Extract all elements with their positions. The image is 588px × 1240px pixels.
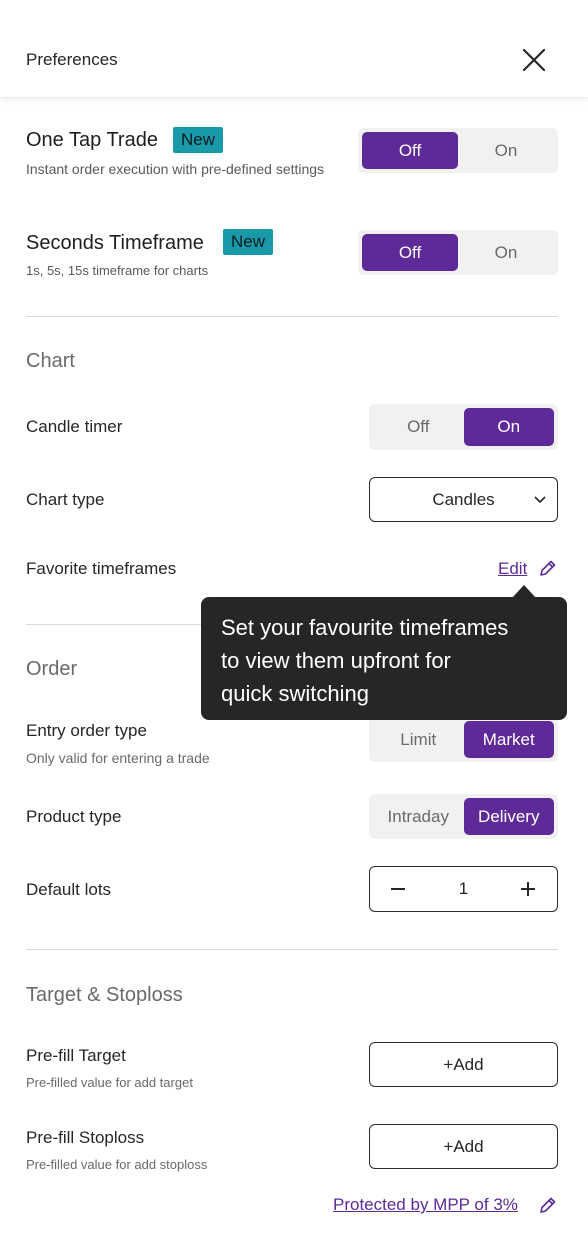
add-stoploss-button[interactable]: +Add	[369, 1124, 558, 1169]
tooltip-line: Set your favourite timeframes	[221, 615, 509, 640]
seconds-timeframe-toggle: Off On	[358, 230, 558, 275]
chevron-down-icon	[534, 496, 546, 504]
prefill-target-sublabel: Pre-filled value for add target	[26, 1075, 193, 1090]
default-lots-stepper: 1	[369, 866, 558, 912]
one-tap-trade-toggle: Off On	[358, 128, 558, 173]
toggle-option-on[interactable]: On	[458, 234, 554, 271]
chart-type-select[interactable]: Candles	[369, 477, 558, 522]
toggle-option-on[interactable]: On	[458, 132, 554, 169]
edit-favorite-timeframes-link[interactable]: Edit	[498, 559, 527, 579]
toggle-option-delivery[interactable]: Delivery	[463, 798, 554, 835]
toggle-option-on[interactable]: On	[463, 408, 554, 446]
minus-icon[interactable]	[386, 877, 410, 901]
pencil-icon[interactable]	[538, 558, 558, 578]
product-type-toggle: Intraday Delivery	[369, 794, 558, 839]
order-section-title: Order	[26, 658, 78, 680]
new-badge: New	[173, 127, 224, 153]
header: Preferences	[0, 0, 588, 98]
add-target-button[interactable]: +Add	[369, 1042, 558, 1087]
default-lots-value[interactable]: 1	[459, 879, 468, 899]
seconds-timeframe-subtitle: 1s, 5s, 15s timeframe for charts	[26, 263, 209, 278]
entry-order-type-label: Entry order type	[26, 721, 147, 740]
favorite-timeframes-label: Favorite timeframes	[26, 559, 177, 578]
page-title: Preferences	[26, 50, 118, 69]
toggle-option-off[interactable]: Off	[373, 408, 464, 446]
plus-icon[interactable]	[516, 877, 540, 901]
default-lots-label: Default lots	[26, 880, 112, 899]
toggle-option-off[interactable]: Off	[362, 234, 458, 271]
chart-section-title: Chart	[26, 350, 75, 372]
entry-order-type-sublabel: Only valid for entering a trade	[26, 750, 210, 766]
toggle-option-limit[interactable]: Limit	[373, 721, 464, 758]
close-icon[interactable]	[520, 46, 548, 74]
tooltip-line: to view them upfront for	[221, 648, 451, 673]
mpp-link[interactable]: Protected by MPP of 3%	[333, 1195, 518, 1215]
toggle-option-off[interactable]: Off	[362, 132, 458, 169]
new-badge: New	[223, 229, 274, 255]
toggle-option-intraday[interactable]: Intraday	[373, 798, 464, 835]
prefill-stoploss-label: Pre-fill Stoploss	[26, 1128, 145, 1147]
target-stoploss-section-title: Target & Stoploss	[26, 984, 183, 1006]
favorite-timeframes-tooltip: Set your favourite timeframes to view th…	[201, 597, 567, 720]
prefill-stoploss-sublabel: Pre-filled value for add stoploss	[26, 1157, 208, 1172]
tooltip-line: quick switching	[221, 681, 369, 706]
divider	[26, 949, 558, 950]
toggle-option-market[interactable]: Market	[463, 721, 554, 758]
divider	[26, 316, 558, 317]
pencil-icon[interactable]	[538, 1195, 558, 1215]
candle-timer-label: Candle timer	[26, 417, 123, 436]
one-tap-trade-title: One Tap Trade	[26, 129, 158, 151]
candle-timer-toggle: Off On	[369, 404, 558, 450]
chart-type-label: Chart type	[26, 490, 105, 509]
seconds-timeframe-title: Seconds Timeframe	[26, 232, 204, 254]
prefill-target-label: Pre-fill Target	[26, 1046, 126, 1065]
entry-order-type-toggle: Limit Market	[369, 717, 558, 762]
product-type-label: Product type	[26, 807, 122, 826]
one-tap-trade-subtitle: Instant order execution with pre-defined…	[26, 161, 325, 177]
chart-type-value: Candles	[432, 489, 495, 509]
